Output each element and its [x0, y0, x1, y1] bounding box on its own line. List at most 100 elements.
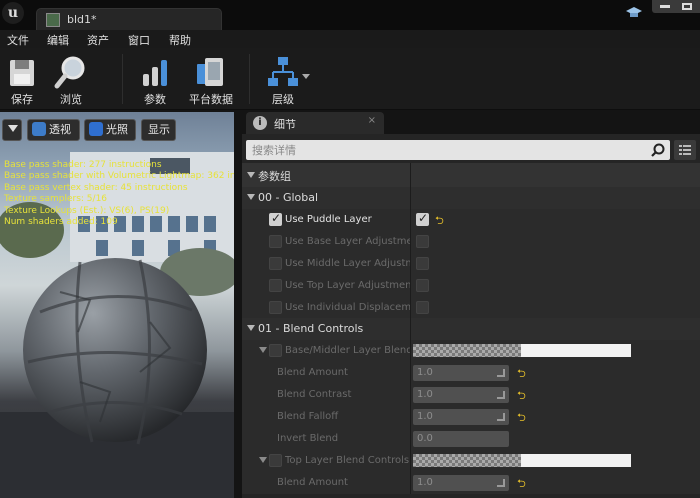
- search-icon[interactable]: [651, 143, 665, 157]
- save-disk-icon: [10, 60, 34, 86]
- override-checkbox[interactable]: [269, 279, 282, 292]
- collapse-arrow-icon[interactable]: [247, 194, 255, 200]
- view-options-icon[interactable]: [674, 140, 696, 160]
- param-row-base-middle-blend: Base/Middler Layer Blend C: [242, 340, 700, 362]
- chevron-down-icon: [8, 125, 18, 132]
- details-tab[interactable]: i 细节 ×: [246, 112, 384, 134]
- param-row-use-puddle-layer: Use Puddle Layer ⮌: [242, 209, 700, 231]
- collapse-arrow-icon[interactable]: [247, 172, 255, 178]
- parameter-groups-header[interactable]: 参数组: [242, 163, 700, 187]
- viewport-options-button[interactable]: [2, 119, 22, 141]
- value-checkbox[interactable]: [416, 235, 429, 248]
- menu-window[interactable]: 窗口: [128, 32, 150, 48]
- lighting-label: 光照: [106, 123, 128, 136]
- param-label: Use Middle Layer Adjustmen: [285, 258, 410, 269]
- browse-button[interactable]: 浏览: [48, 48, 94, 110]
- stat-line: Base pass shader with Volumetric Lightma…: [4, 171, 234, 182]
- panel-splitter[interactable]: [234, 110, 242, 498]
- expand-arrow-icon[interactable]: [259, 347, 267, 353]
- menu-help[interactable]: 帮助: [169, 32, 191, 48]
- override-checkbox[interactable]: [269, 235, 282, 248]
- category-blend-label: 01 - Blend Controls: [258, 322, 364, 335]
- minimize-icon[interactable]: [660, 5, 670, 8]
- override-checkbox[interactable]: [269, 454, 282, 467]
- blend-falloff-field[interactable]: 1.0: [413, 409, 509, 425]
- hierarchy-button[interactable]: 层级: [262, 48, 304, 110]
- value-checkbox[interactable]: [416, 301, 429, 314]
- devices-icon: [197, 58, 223, 86]
- parameter-groups-label: 参数组: [258, 170, 291, 183]
- blend-mask-color-bar[interactable]: [413, 344, 631, 357]
- graduation-cap-icon[interactable]: [626, 4, 642, 20]
- param-label: Base/Middler Layer Blend C: [285, 345, 410, 356]
- hierarchy-tree-icon: [268, 57, 298, 86]
- stat-line: Texture Lookups (Est.): VS(6), PS(19): [4, 205, 170, 216]
- asset-tab[interactable]: bld1*: [36, 8, 222, 30]
- hierarchy-dropdown-icon[interactable]: [302, 74, 310, 80]
- param-label: Blend Amount: [277, 367, 348, 378]
- material-sphere-preview: [23, 258, 207, 445]
- hierarchy-label: 层级: [272, 93, 294, 106]
- toolbar: 保存 浏览 参数 平台数据 层级: [0, 48, 700, 110]
- blend-contrast-field[interactable]: 1.0: [413, 387, 509, 403]
- menu-file[interactable]: 文件: [7, 32, 29, 48]
- category-blend-controls[interactable]: 01 - Blend Controls: [242, 318, 700, 340]
- expand-arrow-icon[interactable]: [259, 457, 267, 463]
- invert-blend-field[interactable]: 0.0: [413, 431, 509, 447]
- blend-amount-field[interactable]: 1.0: [413, 365, 509, 381]
- param-label: Blend Contrast: [277, 389, 352, 400]
- browse-label: 浏览: [60, 93, 82, 106]
- param-label: Use Top Layer Adjustments: [285, 280, 410, 291]
- reset-to-default-icon[interactable]: ⮌: [435, 212, 444, 231]
- stat-line: Num shaders added: 109: [4, 217, 118, 228]
- platform-data-label: 平台数据: [189, 93, 233, 106]
- param-row-blend-falloff: Blend Falloff 1.0 ⮌: [242, 406, 700, 428]
- toolbar-separator: [122, 54, 123, 104]
- menu-asset[interactable]: 资产: [87, 32, 109, 48]
- param-row-top-blend-amount: Blend Amount 1.0 ⮌: [242, 472, 700, 494]
- reset-to-default-icon[interactable]: ⮌: [517, 475, 526, 494]
- menu-edit[interactable]: 编辑: [47, 32, 69, 48]
- reset-to-default-icon[interactable]: ⮌: [517, 387, 526, 406]
- category-global[interactable]: 00 - Global: [242, 187, 700, 209]
- param-row-use-middle-layer-adjustments: Use Middle Layer Adjustmen: [242, 253, 700, 275]
- param-row-blend-amount: Blend Amount 1.0 ⮌: [242, 362, 700, 384]
- param-row-invert-blend: Invert Blend 0.0: [242, 428, 700, 450]
- perspective-button[interactable]: 透视: [27, 119, 80, 141]
- save-button[interactable]: 保存: [0, 48, 44, 110]
- params-button[interactable]: 参数: [134, 48, 176, 110]
- collapse-arrow-icon[interactable]: [247, 325, 255, 331]
- blend-mask-color-bar[interactable]: [413, 454, 631, 467]
- param-label: Invert Blend: [277, 433, 339, 444]
- reset-to-default-icon[interactable]: ⮌: [517, 365, 526, 384]
- params-label: 参数: [144, 93, 166, 106]
- override-checkbox[interactable]: [269, 211, 282, 226]
- material-preview-viewport[interactable]: 透视 光照 显示 Base pass shader: 277 instructi…: [0, 112, 234, 498]
- override-checkbox[interactable]: [269, 257, 282, 270]
- shader-stats-overlay: Base pass shader: 277 instructions Base …: [4, 160, 234, 228]
- platform-data-button[interactable]: 平台数据: [185, 48, 237, 110]
- toolbar-separator: [249, 54, 250, 104]
- stat-line: Texture samplers: 5/16: [4, 194, 108, 205]
- search-details-input[interactable]: [246, 140, 646, 160]
- lighting-button[interactable]: 光照: [84, 119, 136, 141]
- param-label: Blend Falloff: [277, 411, 339, 422]
- param-row-use-top-layer-adjustments: Use Top Layer Adjustments: [242, 275, 700, 297]
- maximize-icon[interactable]: [682, 3, 692, 10]
- details-tab-bar: i 细节 ×: [242, 110, 700, 134]
- param-label: Use Base Layer Adjustments: [285, 236, 410, 247]
- value-checkbox[interactable]: [416, 257, 429, 270]
- material-instance-icon: [46, 13, 60, 27]
- override-checkbox[interactable]: [269, 301, 282, 314]
- top-blend-amount-field[interactable]: 1.0: [413, 475, 509, 491]
- info-icon: i: [253, 116, 267, 130]
- override-checkbox[interactable]: [269, 344, 282, 357]
- close-tab-icon[interactable]: ×: [368, 115, 376, 126]
- value-checkbox[interactable]: [416, 279, 429, 292]
- show-button[interactable]: 显示: [141, 119, 176, 141]
- title-bar: u bld1*: [0, 0, 700, 30]
- reset-to-default-icon[interactable]: ⮌: [517, 409, 526, 428]
- param-label: Use Individual Displacement: [285, 302, 410, 313]
- value-checkbox[interactable]: [416, 211, 429, 226]
- perspective-cube-icon: [32, 122, 46, 136]
